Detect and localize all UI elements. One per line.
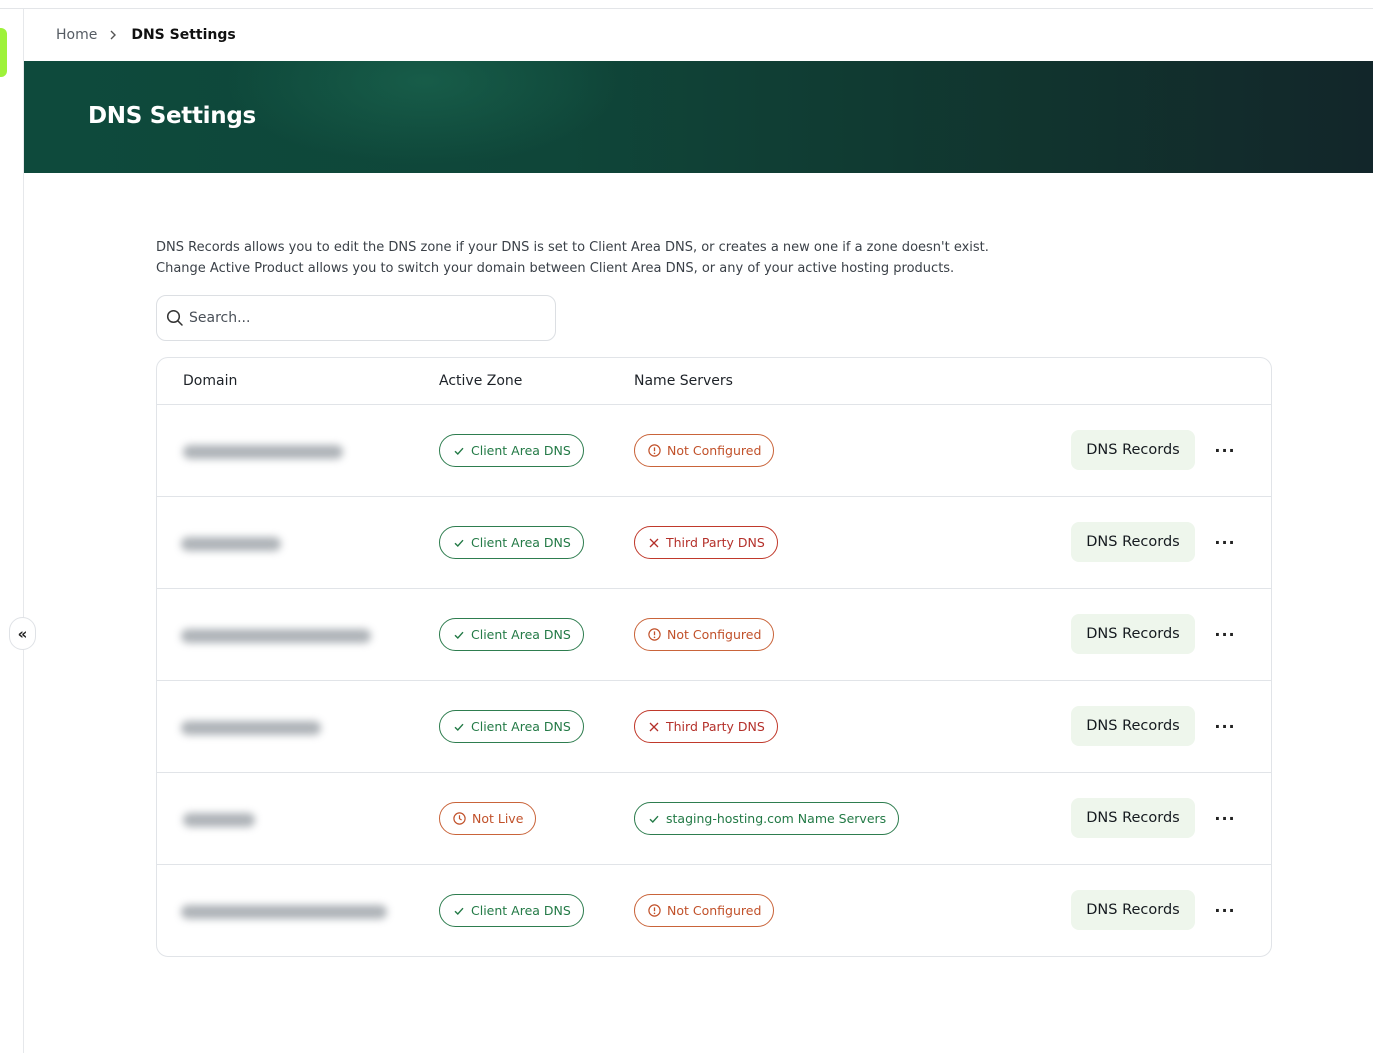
table-row: Client Area DNS Not Configured DNS Recor… [157, 589, 1271, 681]
check-icon [453, 537, 465, 549]
breadcrumb: Home DNS Settings [56, 24, 236, 46]
name-servers-label: Not Configured [667, 903, 762, 918]
domain-name-redacted [181, 537, 281, 551]
name-servers-badge: Not Configured [634, 434, 775, 467]
breadcrumb-current: DNS Settings [131, 27, 236, 43]
check-icon [453, 629, 465, 641]
alert-circle-icon [648, 904, 661, 917]
check-icon [453, 445, 465, 457]
more-horizontal-icon[interactable]: ··· [1212, 436, 1238, 464]
domain-name-redacted [183, 445, 343, 459]
name-servers-label: Not Configured [667, 627, 762, 642]
name-servers-badge: Third Party DNS [634, 710, 778, 743]
domain-name-redacted [181, 629, 371, 643]
active-zone-label: Client Area DNS [471, 903, 571, 918]
alert-circle-icon [648, 444, 661, 457]
table-row: Client Area DNS Third Party DNS DNS Reco… [157, 497, 1271, 589]
name-servers-label: staging-hosting.com Name Servers [666, 811, 887, 826]
domain-name-redacted [183, 813, 255, 827]
search-input[interactable] [189, 310, 529, 326]
active-zone-label: Client Area DNS [471, 535, 571, 550]
x-icon [648, 537, 660, 549]
page-title: DNS Settings [88, 103, 256, 129]
active-zone-badge: Client Area DNS [439, 710, 584, 743]
name-servers-label: Not Configured [667, 443, 762, 458]
active-zone-badge: Client Area DNS [439, 434, 584, 467]
page-header-banner: DNS Settings [24, 61, 1373, 173]
clock-icon [453, 812, 466, 825]
dns-records-button[interactable]: DNS Records [1071, 890, 1195, 930]
description-line-1: DNS Records allows you to edit the DNS z… [156, 240, 989, 255]
alert-circle-icon [648, 628, 661, 641]
name-servers-badge: Third Party DNS [634, 526, 778, 559]
more-horizontal-icon[interactable]: ··· [1212, 620, 1238, 648]
description-line-2: Change Active Product allows you to swit… [156, 261, 955, 276]
more-horizontal-icon[interactable]: ··· [1212, 804, 1238, 832]
sidebar-active-indicator [0, 28, 7, 77]
check-icon [453, 905, 465, 917]
page-description: DNS Records allows you to edit the DNS z… [156, 237, 989, 279]
x-icon [648, 721, 660, 733]
active-zone-label: Not Live [472, 811, 524, 826]
dns-records-button[interactable]: DNS Records [1071, 430, 1195, 470]
active-zone-badge: Client Area DNS [439, 618, 584, 651]
chevrons-left-icon: « [17, 624, 28, 643]
breadcrumb-home-link[interactable]: Home [56, 27, 97, 43]
search-field[interactable] [156, 295, 556, 341]
name-servers-badge: staging-hosting.com Name Servers [634, 802, 900, 835]
check-icon [453, 721, 465, 733]
sidebar-collapse-button[interactable]: « [9, 617, 36, 650]
active-zone-label: Client Area DNS [471, 627, 571, 642]
name-servers-badge: Not Configured [634, 894, 775, 927]
domains-table: Domain Active Zone Name Servers Client A… [156, 357, 1272, 957]
active-zone-label: Client Area DNS [471, 719, 571, 734]
name-servers-badge: Not Configured [634, 618, 775, 651]
column-header-domain: Domain [183, 373, 238, 389]
active-zone-badge: Client Area DNS [439, 526, 584, 559]
dns-records-button[interactable]: DNS Records [1071, 614, 1195, 654]
dns-records-button[interactable]: DNS Records [1071, 706, 1195, 746]
name-servers-label: Third Party DNS [666, 535, 765, 550]
check-icon [648, 813, 660, 825]
domain-name-redacted [181, 905, 387, 919]
domain-name-redacted [181, 721, 321, 735]
active-zone-badge: Client Area DNS [439, 894, 584, 927]
more-horizontal-icon[interactable]: ··· [1212, 712, 1238, 740]
chevron-right-icon [109, 30, 117, 40]
more-horizontal-icon[interactable]: ··· [1212, 896, 1238, 924]
table-row: Client Area DNS Third Party DNS DNS Reco… [157, 681, 1271, 773]
table-row: Not Live staging-hosting.com Name Server… [157, 773, 1271, 865]
table-row: Client Area DNS Not Configured DNS Recor… [157, 865, 1271, 956]
dns-records-button[interactable]: DNS Records [1071, 522, 1195, 562]
column-header-name-servers: Name Servers [634, 373, 733, 389]
active-zone-label: Client Area DNS [471, 443, 571, 458]
table-header: Domain Active Zone Name Servers [157, 358, 1271, 405]
search-icon [166, 309, 183, 326]
table-row: Client Area DNS Not Configured DNS Recor… [157, 405, 1271, 497]
more-horizontal-icon[interactable]: ··· [1212, 528, 1238, 556]
dns-records-button[interactable]: DNS Records [1071, 798, 1195, 838]
active-zone-badge: Not Live [439, 802, 537, 835]
name-servers-label: Third Party DNS [666, 719, 765, 734]
sidebar-rail [0, 9, 24, 1053]
top-rule [0, 0, 1373, 9]
column-header-active-zone: Active Zone [439, 373, 523, 389]
